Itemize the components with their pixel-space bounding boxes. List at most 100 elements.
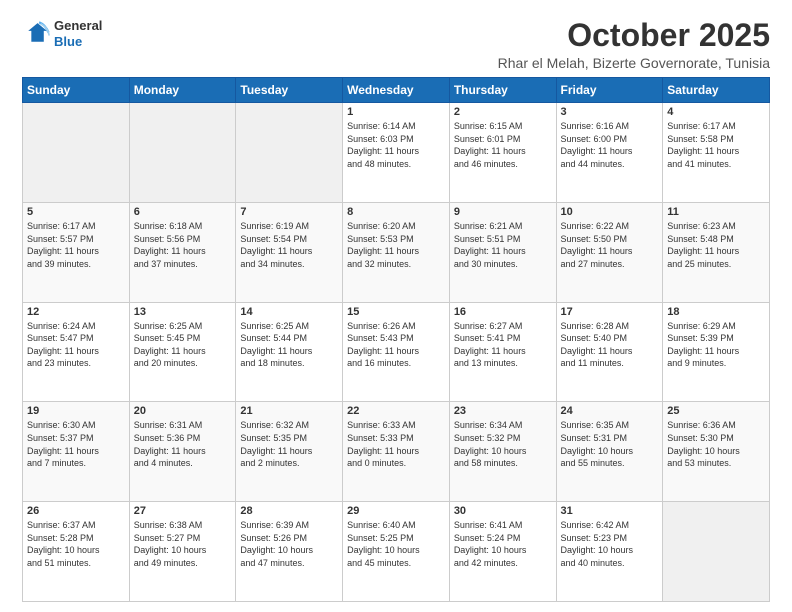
day-info: Sunrise: 6:25 AM Sunset: 5:44 PM Dayligh…	[240, 320, 338, 370]
calendar-cell: 15Sunrise: 6:26 AM Sunset: 5:43 PM Dayli…	[343, 302, 450, 402]
day-number: 27	[134, 505, 232, 517]
logo-line1: General	[54, 18, 102, 34]
calendar-cell: 22 Sunrise: 6:33 AM Sunset: 5:33 PM Dayli…	[343, 402, 450, 502]
calendar-day-header: Friday	[556, 78, 663, 103]
day-number: 2	[454, 106, 552, 118]
day-number: 20	[134, 405, 232, 417]
calendar-week-row: 12 Sunrise: 6:24 AM Sunset: 5:47 PM Dayli…	[23, 302, 770, 402]
day-info: Sunrise: 6:38 AM Sunset: 5:27 PM Dayligh…	[134, 519, 232, 569]
main-title: October 2025	[498, 18, 770, 53]
calendar-cell	[236, 103, 343, 203]
calendar-week-row: 1 Sunrise: 6:14 AM Sunset: 6:03 PM Daylig…	[23, 103, 770, 203]
day-info: Sunrise: 6:33 AM Sunset: 5:33 PM Dayligh…	[347, 419, 445, 469]
calendar-cell: 12 Sunrise: 6:24 AM Sunset: 5:47 PM Dayli…	[23, 302, 130, 402]
calendar-cell	[23, 103, 130, 203]
day-info: Sunrise: 6:21 AM Sunset: 5:51 PM Dayligh…	[454, 220, 552, 270]
calendar-cell: 4Sunrise: 6:17 AM Sunset: 5:58 PM Daylig…	[663, 103, 770, 203]
day-info: Sunrise: 6:32 AM Sunset: 5:35 PM Dayligh…	[240, 419, 338, 469]
day-info: Sunrise: 6:16 AM Sunset: 6:00 PM Dayligh…	[561, 120, 659, 170]
calendar-cell	[663, 502, 770, 602]
calendar-day-header: Wednesday	[343, 78, 450, 103]
day-info: Sunrise: 6:42 AM Sunset: 5:23 PM Dayligh…	[561, 519, 659, 569]
day-number: 29	[347, 505, 445, 517]
calendar-cell: 29 Sunrise: 6:40 AM Sunset: 5:25 PM Dayli…	[343, 502, 450, 602]
day-number: 3	[561, 106, 659, 118]
day-info: Sunrise: 6:27 AM Sunset: 5:41 PM Dayligh…	[454, 320, 552, 370]
day-info: Sunrise: 6:17 AM Sunset: 5:57 PM Dayligh…	[27, 220, 125, 270]
day-number: 8	[347, 206, 445, 218]
day-info: Sunrise: 6:19 AM Sunset: 5:54 PM Dayligh…	[240, 220, 338, 270]
calendar-cell: 1 Sunrise: 6:14 AM Sunset: 6:03 PM Daylig…	[343, 103, 450, 203]
calendar-week-row: 26 Sunrise: 6:37 AM Sunset: 5:28 PM Dayli…	[23, 502, 770, 602]
day-info: Sunrise: 6:34 AM Sunset: 5:32 PM Dayligh…	[454, 419, 552, 469]
calendar-cell: 24Sunrise: 6:35 AM Sunset: 5:31 PM Dayli…	[556, 402, 663, 502]
day-info: Sunrise: 6:25 AM Sunset: 5:45 PM Dayligh…	[134, 320, 232, 370]
day-number: 11	[667, 206, 765, 218]
calendar-cell: 18 Sunrise: 6:29 AM Sunset: 5:39 PM Dayli…	[663, 302, 770, 402]
calendar-cell: 28Sunrise: 6:39 AM Sunset: 5:26 PM Dayli…	[236, 502, 343, 602]
calendar-cell: 20 Sunrise: 6:31 AM Sunset: 5:36 PM Dayli…	[129, 402, 236, 502]
day-number: 30	[454, 505, 552, 517]
logo-line2: Blue	[54, 34, 102, 50]
calendar-week-row: 19 Sunrise: 6:30 AM Sunset: 5:37 PM Dayli…	[23, 402, 770, 502]
calendar-cell: 13 Sunrise: 6:25 AM Sunset: 5:45 PM Dayli…	[129, 302, 236, 402]
day-number: 23	[454, 405, 552, 417]
day-info: Sunrise: 6:35 AM Sunset: 5:31 PM Dayligh…	[561, 419, 659, 469]
title-block: October 2025 Rhar el Melah, Bizerte Gove…	[498, 18, 770, 71]
day-info: Sunrise: 6:40 AM Sunset: 5:25 PM Dayligh…	[347, 519, 445, 569]
calendar-cell: 26 Sunrise: 6:37 AM Sunset: 5:28 PM Dayli…	[23, 502, 130, 602]
day-info: Sunrise: 6:29 AM Sunset: 5:39 PM Dayligh…	[667, 320, 765, 370]
day-info: Sunrise: 6:14 AM Sunset: 6:03 PM Dayligh…	[347, 120, 445, 170]
day-number: 1	[347, 106, 445, 118]
day-info: Sunrise: 6:28 AM Sunset: 5:40 PM Dayligh…	[561, 320, 659, 370]
day-info: Sunrise: 6:15 AM Sunset: 6:01 PM Dayligh…	[454, 120, 552, 170]
calendar-header-row: SundayMondayTuesdayWednesdayThursdayFrid…	[23, 78, 770, 103]
calendar-day-header: Tuesday	[236, 78, 343, 103]
day-number: 5	[27, 206, 125, 218]
day-info: Sunrise: 6:22 AM Sunset: 5:50 PM Dayligh…	[561, 220, 659, 270]
day-info: Sunrise: 6:31 AM Sunset: 5:36 PM Dayligh…	[134, 419, 232, 469]
day-number: 6	[134, 206, 232, 218]
calendar-week-row: 5 Sunrise: 6:17 AM Sunset: 5:57 PM Daylig…	[23, 202, 770, 302]
calendar-day-header: Sunday	[23, 78, 130, 103]
calendar-cell: 17Sunrise: 6:28 AM Sunset: 5:40 PM Dayli…	[556, 302, 663, 402]
calendar-cell: 31Sunrise: 6:42 AM Sunset: 5:23 PM Dayli…	[556, 502, 663, 602]
day-number: 25	[667, 405, 765, 417]
day-number: 19	[27, 405, 125, 417]
day-number: 12	[27, 306, 125, 318]
calendar-cell: 6Sunrise: 6:18 AM Sunset: 5:56 PM Daylig…	[129, 202, 236, 302]
day-info: Sunrise: 6:30 AM Sunset: 5:37 PM Dayligh…	[27, 419, 125, 469]
calendar-cell: 9 Sunrise: 6:21 AM Sunset: 5:51 PM Daylig…	[449, 202, 556, 302]
page: General Blue October 2025 Rhar el Melah,…	[0, 0, 792, 612]
day-number: 10	[561, 206, 659, 218]
calendar-cell: 27 Sunrise: 6:38 AM Sunset: 5:27 PM Dayli…	[129, 502, 236, 602]
day-info: Sunrise: 6:37 AM Sunset: 5:28 PM Dayligh…	[27, 519, 125, 569]
day-info: Sunrise: 6:23 AM Sunset: 5:48 PM Dayligh…	[667, 220, 765, 270]
calendar-cell: 7Sunrise: 6:19 AM Sunset: 5:54 PM Daylig…	[236, 202, 343, 302]
day-number: 22	[347, 405, 445, 417]
day-number: 21	[240, 405, 338, 417]
day-number: 15	[347, 306, 445, 318]
header: General Blue October 2025 Rhar el Melah,…	[22, 18, 770, 71]
calendar-cell: 23 Sunrise: 6:34 AM Sunset: 5:32 PM Dayli…	[449, 402, 556, 502]
calendar-cell: 11 Sunrise: 6:23 AM Sunset: 5:48 PM Dayli…	[663, 202, 770, 302]
calendar-cell: 14 Sunrise: 6:25 AM Sunset: 5:44 PM Dayli…	[236, 302, 343, 402]
calendar-day-header: Thursday	[449, 78, 556, 103]
day-number: 9	[454, 206, 552, 218]
day-info: Sunrise: 6:17 AM Sunset: 5:58 PM Dayligh…	[667, 120, 765, 170]
day-number: 26	[27, 505, 125, 517]
logo: General Blue	[22, 18, 102, 49]
day-info: Sunrise: 6:24 AM Sunset: 5:47 PM Dayligh…	[27, 320, 125, 370]
calendar-cell: 2 Sunrise: 6:15 AM Sunset: 6:01 PM Daylig…	[449, 103, 556, 203]
calendar-cell: 19 Sunrise: 6:30 AM Sunset: 5:37 PM Dayli…	[23, 402, 130, 502]
day-info: Sunrise: 6:41 AM Sunset: 5:24 PM Dayligh…	[454, 519, 552, 569]
calendar-table: SundayMondayTuesdayWednesdayThursdayFrid…	[22, 77, 770, 602]
calendar-day-header: Saturday	[663, 78, 770, 103]
day-number: 28	[240, 505, 338, 517]
day-number: 14	[240, 306, 338, 318]
logo-icon	[22, 20, 50, 48]
day-number: 18	[667, 306, 765, 318]
day-number: 13	[134, 306, 232, 318]
logo-text: General Blue	[54, 18, 102, 49]
calendar-cell: 25Sunrise: 6:36 AM Sunset: 5:30 PM Dayli…	[663, 402, 770, 502]
